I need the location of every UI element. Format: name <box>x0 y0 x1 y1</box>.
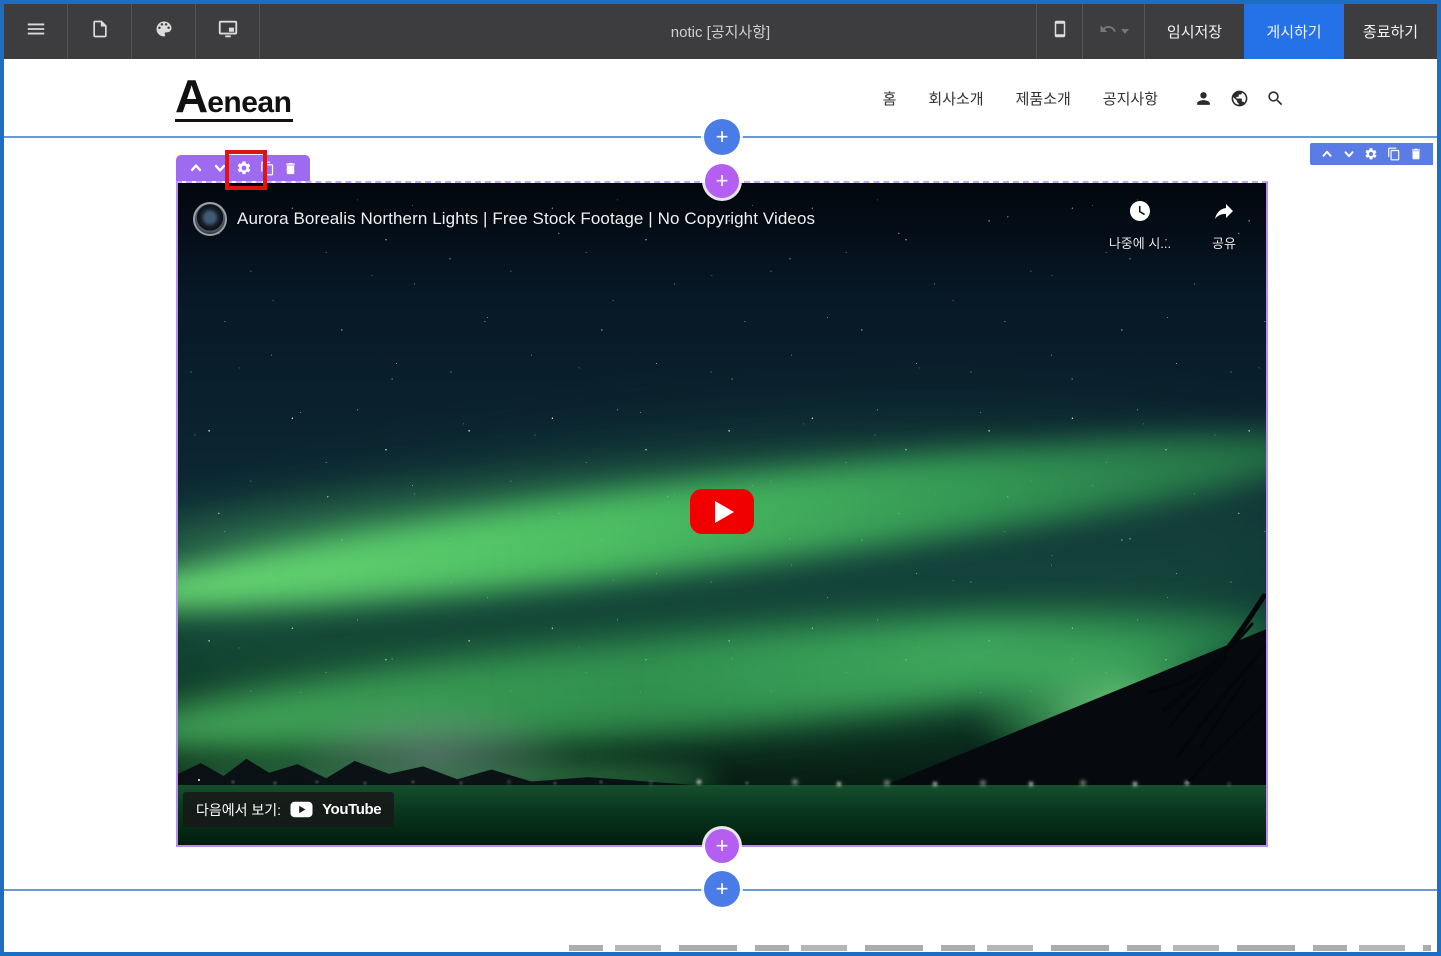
topbar-actions: 임시저장 게시하기 종료하기 <box>1036 4 1437 59</box>
header-icon-group <box>1194 89 1285 108</box>
publish-button[interactable]: 게시하기 <box>1244 4 1344 59</box>
undo-button[interactable] <box>1082 4 1144 59</box>
channel-avatar[interactable] <box>193 202 227 236</box>
shoreline-lights <box>198 779 200 781</box>
duplicate-icon[interactable] <box>1387 147 1401 161</box>
mobile-preview-button[interactable] <box>1036 4 1082 59</box>
add-section-button-bottom[interactable]: + <box>704 871 740 907</box>
move-up-icon[interactable] <box>1320 147 1334 161</box>
page-icon <box>90 19 110 44</box>
exit-button[interactable]: 종료하기 <box>1344 4 1437 59</box>
menu-button[interactable] <box>4 4 68 59</box>
theme-palette-icon <box>154 19 174 44</box>
mobile-preview-icon <box>1051 20 1069 43</box>
site-nav: 홈 회사소개 제품소개 공지사항 <box>883 59 1285 137</box>
share-button[interactable]: 공유 <box>1184 199 1264 252</box>
watch-on-label: 다음에서 보기: <box>196 800 281 820</box>
settings-gear-icon[interactable] <box>1364 147 1378 161</box>
video-title[interactable]: Aurora Borealis Northern Lights | Free S… <box>237 209 815 229</box>
editor-window: notic [공지사항] 임시저장 게시하기 종료하기 Aenean 홈 <box>0 0 1441 956</box>
add-section-button-top[interactable]: + <box>704 119 740 155</box>
section-toolbar <box>1310 143 1433 165</box>
block-toolbar <box>176 155 310 181</box>
logo-rest: enean <box>207 86 291 119</box>
nav-item-home[interactable]: 홈 <box>883 88 897 109</box>
logo-initial: A <box>175 70 207 122</box>
tree-branches-silhouette <box>1106 588 1266 793</box>
temp-save-button[interactable]: 임시저장 <box>1144 4 1244 59</box>
menu-icon <box>25 18 47 45</box>
device-desktop-icon <box>217 18 239 45</box>
nav-item-products[interactable]: 제품소개 <box>1016 88 1071 109</box>
share-arrow-icon <box>1212 199 1236 223</box>
selected-video-section[interactable]: Aurora Borealis Northern Lights | Free S… <box>176 181 1268 847</box>
youtube-video-embed[interactable]: Aurora Borealis Northern Lights | Free S… <box>178 183 1266 845</box>
move-down-icon[interactable] <box>1342 147 1356 161</box>
add-block-button-top[interactable]: + <box>705 164 739 198</box>
site-logo[interactable]: Aenean <box>175 73 293 122</box>
undo-icon <box>1099 20 1117 43</box>
nav-item-notice[interactable]: 공지사항 <box>1103 88 1158 109</box>
delete-icon[interactable] <box>283 161 298 176</box>
add-block-button-bottom[interactable]: + <box>705 829 739 863</box>
globe-icon[interactable] <box>1230 89 1249 108</box>
desktop-preview-button[interactable] <box>196 4 260 59</box>
youtube-wordmark: YouTube <box>322 801 381 818</box>
settings-gear-icon[interactable] <box>236 160 252 176</box>
watch-on-youtube-badge[interactable]: 다음에서 보기: YouTube <box>183 792 394 827</box>
delete-icon[interactable] <box>1409 147 1423 161</box>
cutoff-footer-text <box>569 945 1431 951</box>
move-down-icon[interactable] <box>212 160 228 176</box>
watch-later-label: 나중에 시... <box>1100 233 1180 252</box>
share-label: 공유 <box>1184 233 1264 252</box>
youtube-logo-icon <box>290 801 313 818</box>
pages-button[interactable] <box>68 4 132 59</box>
chevron-down-icon <box>1121 29 1129 34</box>
search-icon[interactable] <box>1266 89 1285 108</box>
play-icon <box>715 501 734 523</box>
editor-topbar: notic [공지사항] 임시저장 게시하기 종료하기 <box>4 4 1437 59</box>
nav-item-about[interactable]: 회사소개 <box>928 88 983 109</box>
design-button[interactable] <box>132 4 196 59</box>
move-up-icon[interactable] <box>188 160 204 176</box>
duplicate-icon[interactable] <box>260 161 275 176</box>
watch-later-button[interactable]: 나중에 시... <box>1100 199 1180 252</box>
clock-icon <box>1128 199 1152 223</box>
user-icon[interactable] <box>1194 89 1213 108</box>
youtube-play-button[interactable] <box>690 489 754 534</box>
